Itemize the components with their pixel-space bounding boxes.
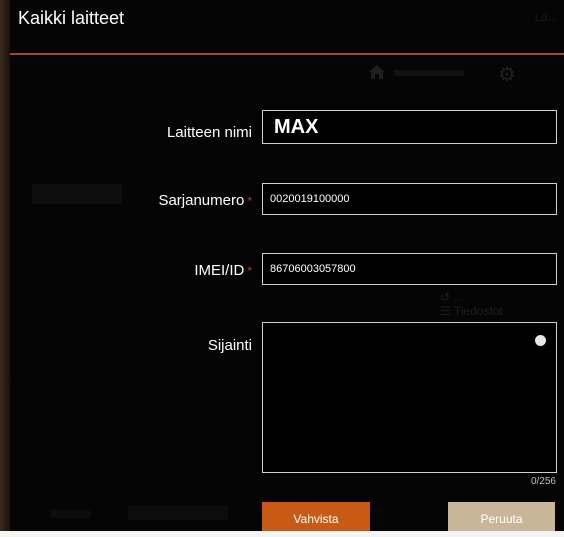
imei-label: IMEI/ID *: [102, 262, 252, 279]
location-label: Sijainti: [102, 337, 252, 354]
background-bottom-element: [128, 506, 228, 520]
required-indicator: *: [247, 264, 252, 278]
dialog-title: Kaikki laitteet: [18, 8, 125, 28]
info-icon[interactable]: [535, 335, 546, 346]
gear-icon: ⚙: [498, 64, 516, 86]
required-indicator: *: [247, 194, 252, 208]
background-side-text: ↺ … ☰ Tiedostot: [440, 290, 503, 318]
background-side-text-line: ↺ …: [440, 290, 466, 304]
device-name-label-text: Laitteen nimi: [166, 124, 252, 141]
background-header-text: Lo…: [534, 12, 558, 24]
background-frame-left: [0, 0, 10, 537]
character-counter: 0/256: [530, 476, 556, 487]
serial-number-label: Sarjanumero *: [102, 192, 252, 209]
background-bottom-element: [50, 510, 90, 518]
background-frame-bottom: [0, 531, 564, 537]
home-icon: [369, 65, 385, 79]
location-label-text: Sijainti: [207, 337, 252, 354]
background-side-text-line: ☰ Tiedostot: [440, 304, 503, 318]
edit-device-dialog: Kaikki laitteet Lo… ⚙ ↺ … ☰ Tiedostot La…: [10, 0, 564, 536]
imei-label-text: IMEI/ID: [194, 262, 245, 279]
background-toolbar-bar: [394, 70, 464, 76]
serial-number-input[interactable]: [262, 183, 557, 215]
device-name-label: Laitteen nimi: [102, 124, 252, 141]
location-textarea[interactable]: [262, 322, 557, 473]
serial-number-label-text: Sarjanumero: [158, 192, 245, 209]
device-name-input[interactable]: [262, 110, 557, 144]
title-divider: [10, 53, 564, 55]
imei-input[interactable]: [262, 253, 557, 285]
